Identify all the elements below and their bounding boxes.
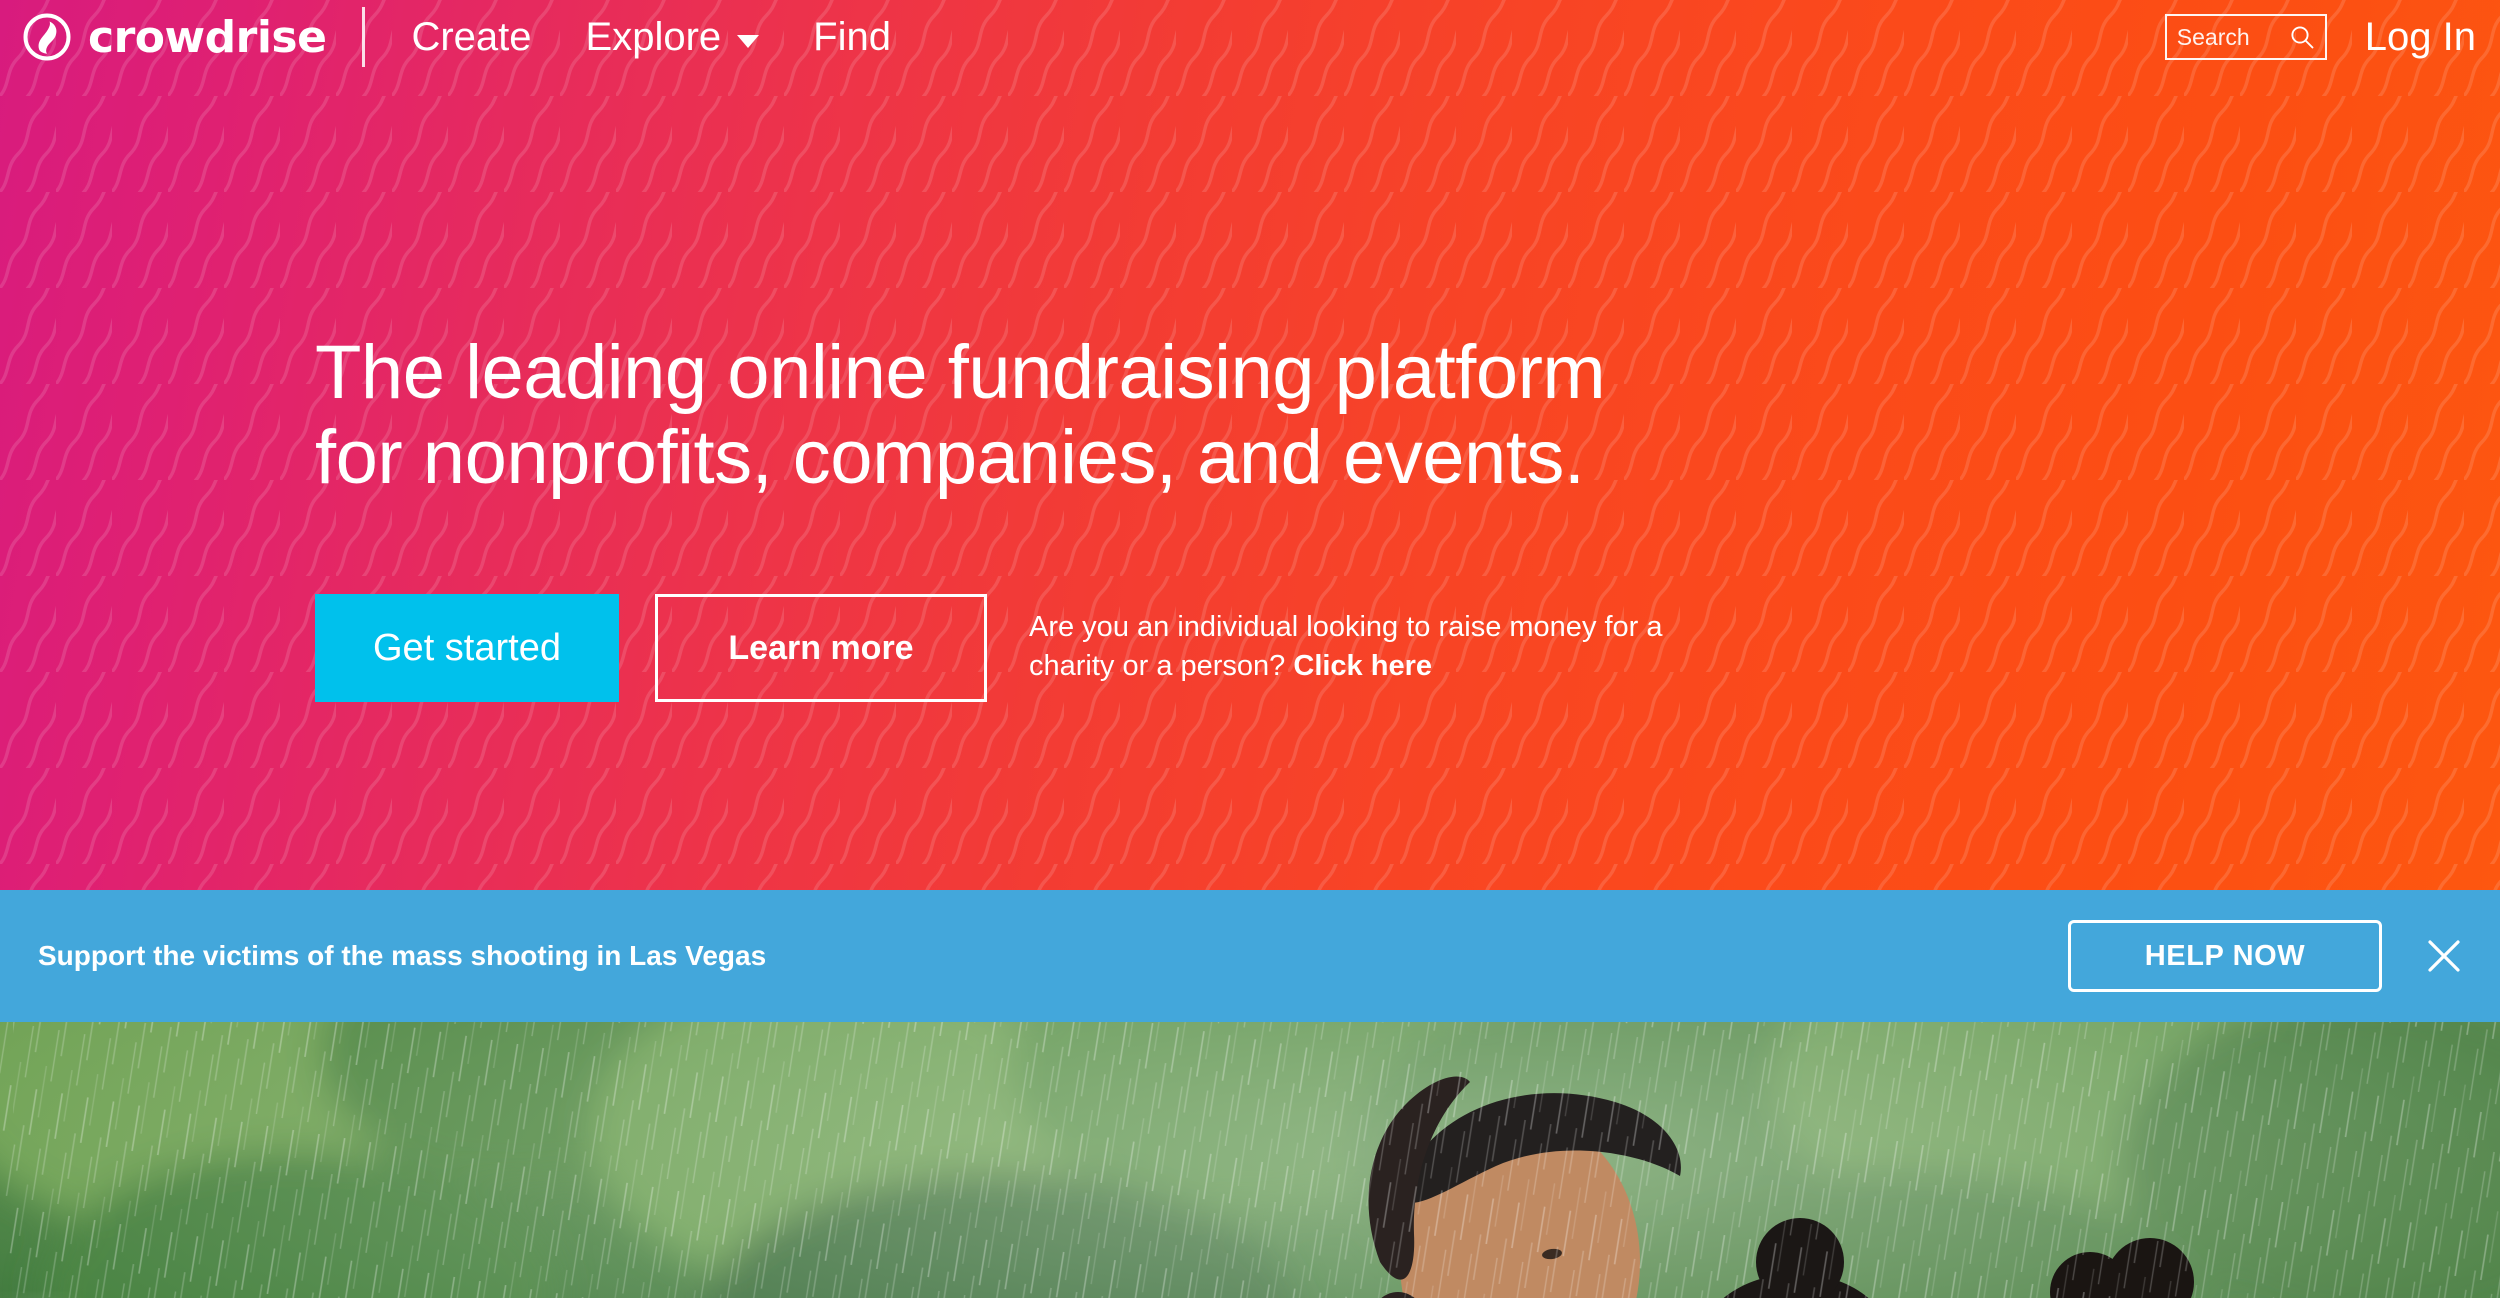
close-icon[interactable] [2422,934,2466,978]
nav-links: Create Explore Find [411,17,945,57]
individual-fundraiser-note: Are you an individual looking to raise m… [1029,608,1669,686]
hero-section: crowdrise Create Explore Find Search Log… [0,0,2500,890]
photo-illustration [0,1022,2500,1298]
learn-more-button[interactable]: Learn more [655,594,987,703]
hero-content: The leading online fundraising platform … [315,330,1669,703]
page-title: The leading online fundraising platform … [315,330,1606,501]
brand-name: crowdrise [88,11,327,63]
login-link[interactable]: Log In [2365,15,2476,60]
nav-item-create-label: Create [411,15,532,59]
hero-photo [0,1022,2500,1298]
alert-message: Support the victims of the mass shooting… [38,940,767,971]
nav-item-explore-label: Explore [585,15,722,59]
search-icon[interactable] [2289,24,2315,50]
alert-banner: Support the victims of the mass shooting… [0,890,2500,1022]
help-now-button[interactable]: HELP NOW [2068,920,2382,992]
search-input[interactable] [2176,16,2277,58]
click-here-link[interactable]: Click here [1293,650,1432,682]
nav-item-create[interactable]: Create [411,17,531,57]
chevron-down-icon [737,34,760,48]
nav-item-find[interactable]: Find [813,17,891,57]
hero-cta-row: Get started Learn more Are you an indivi… [315,594,1669,703]
search-box[interactable] [2164,14,2327,60]
nav-item-find-label: Find [813,15,891,59]
crowdrise-circle-flame-icon [23,13,71,61]
nav-item-explore[interactable]: Explore [586,17,760,57]
brand-logo-link[interactable]: crowdrise [22,11,327,63]
main-navigation: crowdrise Create Explore Find Search Log… [0,0,2500,74]
nav-divider [362,7,366,67]
get-started-button[interactable]: Get started [315,594,619,703]
nav-right-group: Log In [2164,14,2476,60]
alert-actions: HELP NOW [2068,920,2466,992]
